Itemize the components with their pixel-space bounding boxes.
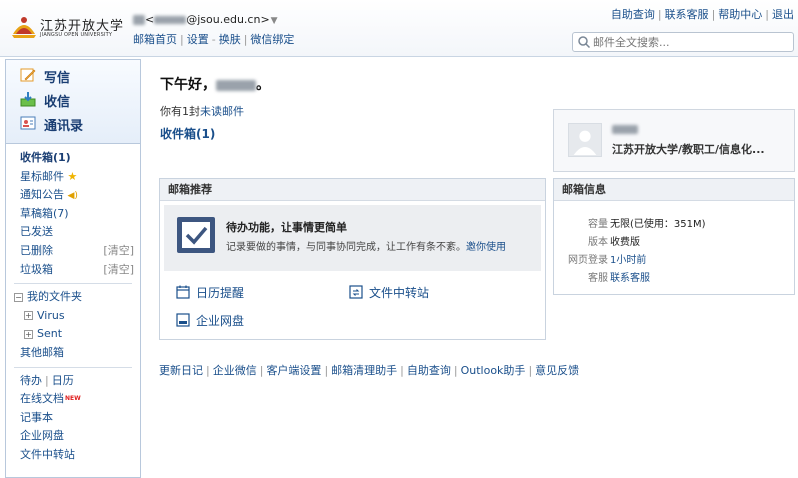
- search-input[interactable]: [593, 35, 789, 49]
- blurred-username: [154, 16, 187, 24]
- link-feedback[interactable]: 意见反馈: [535, 364, 579, 377]
- default-avatar-icon: [573, 130, 597, 156]
- clear-deleted-button[interactable]: [清空]: [103, 242, 134, 260]
- link-contact-support[interactable]: 联系客服: [665, 8, 709, 21]
- file-transfer-icon: [349, 285, 363, 299]
- organization: 江苏开放大学/教职工/信息化...: [612, 143, 765, 156]
- folder-starred[interactable]: 星标邮件 ★: [6, 168, 140, 187]
- folder-drafts[interactable]: 草稿箱(7): [6, 205, 140, 224]
- clear-spam-button[interactable]: [清空]: [103, 261, 134, 279]
- caret-down-icon[interactable]: ▼: [271, 16, 278, 26]
- profile-card: 江苏开放大学/教职工/信息化...: [553, 109, 795, 172]
- link-outlook-assistant[interactable]: Outlook助手: [461, 364, 526, 377]
- other-mailboxes[interactable]: 其他邮箱: [6, 344, 140, 363]
- link-logout[interactable]: 退出: [772, 8, 794, 21]
- speaker-icon: ◀): [67, 191, 78, 202]
- my-folders[interactable]: − 我的文件夹: [6, 288, 140, 307]
- avatar[interactable]: [568, 123, 602, 157]
- login-history-link[interactable]: 1小时前: [610, 251, 646, 266]
- tool-calendar[interactable]: 日历: [52, 374, 74, 387]
- divider: [14, 283, 132, 285]
- mail-info-title: 邮箱信息: [554, 179, 794, 201]
- user-links: 邮箱首页 | 设置 - 换肤 | 微信绑定: [133, 33, 295, 46]
- receive-label: 收信: [44, 95, 71, 110]
- recommend-panel: 邮箱推荐 待办功能，让事情更简单 记录要做的事情，与同事协同完成，让工作有条不紊…: [159, 178, 546, 340]
- search-icon: [578, 36, 591, 49]
- folder-deleted[interactable]: 已删除 [清空]: [6, 242, 140, 261]
- compose-label: 写信: [44, 71, 71, 86]
- top-links: 自助查询 | 联系客服 | 帮助中心 | 退出: [610, 8, 794, 21]
- recommend-title: 邮箱推荐: [160, 179, 545, 201]
- expand-icon[interactable]: +: [24, 329, 33, 339]
- link-self-query[interactable]: 自助查询: [611, 8, 655, 21]
- contacts-card-icon: [20, 116, 36, 130]
- link-skin[interactable]: 换肤: [219, 33, 241, 46]
- link-client-settings[interactable]: 客户端设置: [266, 364, 321, 377]
- search-box[interactable]: [572, 32, 794, 52]
- folder-spam[interactable]: 垃圾箱 [清空]: [6, 261, 140, 280]
- header: 江苏开放大学 JIANGSU OPEN UNIVERSITY < @jsou.ed…: [0, 0, 798, 57]
- address-bracket: <: [145, 13, 155, 26]
- info-row-web-login: 网页登录 1小时前: [554, 251, 794, 268]
- tool-online-docs[interactable]: 在线文档NEW: [6, 390, 140, 409]
- folder-notices[interactable]: 通知公告 ◀): [6, 186, 140, 205]
- tool-netdisk[interactable]: 企业网盘: [6, 427, 140, 446]
- invite-use-link[interactable]: 邀你使用: [466, 242, 506, 253]
- calendar-icon: [176, 285, 190, 299]
- link-self-service[interactable]: 自助查询: [407, 364, 451, 377]
- address-domain: @jsou.edu.cn>: [186, 13, 270, 26]
- info-row-capacity: 容量 无限(已使用：351M): [588, 219, 706, 230]
- blurred-profile-name: [612, 125, 638, 134]
- compose-pencil-icon: [20, 68, 36, 82]
- folder-list: 收件箱(1) 星标邮件 ★ 通知公告 ◀) 草稿箱(7) 已发送 已删除 [清空]…: [6, 149, 140, 465]
- netdisk-icon: [176, 313, 190, 327]
- user-address[interactable]: < @jsou.edu.cn>▼: [133, 13, 278, 26]
- tool-notes[interactable]: 记事本: [6, 409, 140, 428]
- greeting: 下午好，。: [160, 77, 270, 93]
- link-settings[interactable]: 设置: [187, 33, 209, 46]
- contacts-label: 通讯录: [44, 119, 84, 134]
- blurred-name: [133, 15, 145, 25]
- unread-mail-link[interactable]: 未读邮件: [200, 105, 244, 118]
- university-logo[interactable]: 江苏开放大学 JIANGSU OPEN UNIVERSITY: [10, 12, 123, 42]
- mail-info-panel: 邮箱信息 容量 无限(已使用：351M) 版本 收费版 网页登录 1小时前 客服…: [553, 178, 795, 295]
- info-row-edition: 版本 收费版: [588, 237, 640, 248]
- folder-sent-custom[interactable]: + Sent: [6, 325, 140, 344]
- compose-area: 写信 收信 通讯录: [6, 60, 140, 144]
- divider: [14, 366, 132, 368]
- folder-sent[interactable]: 已发送: [6, 223, 140, 242]
- footer-links: 更新日记 | 企业微信 | 客户端设置 | 邮箱清理助手 | 自助查询 | Outlook助手 | 意见…: [159, 364, 580, 377]
- receive-inbox-icon: [20, 92, 36, 107]
- contact-support-link[interactable]: 联系客服: [610, 269, 650, 284]
- promo-description: 记录要做的事情，与同事协同完成，让工作有条不紊。邀你使用: [226, 242, 506, 253]
- link-mail-home[interactable]: 邮箱首页: [133, 33, 177, 46]
- folder-inbox[interactable]: 收件箱(1): [6, 149, 140, 168]
- collapse-icon[interactable]: −: [14, 292, 23, 302]
- inbox-title-link[interactable]: 收件箱(1): [160, 125, 215, 142]
- tool-todo-calendar: 待办 | 日历: [20, 373, 74, 387]
- tool-file-transfer[interactable]: 文件中转站: [6, 446, 140, 465]
- todo-checkbox-icon: [177, 217, 215, 253]
- unread-notice: 你有1封未读邮件: [160, 105, 244, 118]
- blurred-user-name: [216, 79, 256, 91]
- link-changelog[interactable]: 更新日记: [159, 364, 203, 377]
- star-icon: ★: [67, 169, 78, 183]
- folder-virus[interactable]: + Virus: [6, 307, 140, 326]
- sidebar: 写信 收信 通讯录 收件箱(1) 星标邮件 ★ 通知公告 ◀) 草稿箱(7) 已…: [5, 59, 141, 478]
- link-help-center[interactable]: 帮助中心: [718, 8, 762, 21]
- logo-text-en: JIANGSU OPEN UNIVERSITY: [40, 32, 113, 38]
- promo-title: 待办功能，让事情更简单: [226, 221, 347, 234]
- tool-todo[interactable]: 待办: [20, 374, 42, 387]
- link-wechat-bind[interactable]: 微信绑定: [250, 33, 294, 46]
- info-row-support: 客服 联系客服: [554, 269, 794, 286]
- link-cleanup-assistant[interactable]: 邮箱清理助手: [331, 364, 397, 377]
- university-emblem-icon: [12, 17, 36, 38]
- todo-promo[interactable]: 待办功能，让事情更简单 记录要做的事情，与同事协同完成，让工作有条不紊。邀你使用: [164, 205, 541, 271]
- link-wecom[interactable]: 企业微信: [213, 364, 257, 377]
- new-badge: NEW: [65, 395, 81, 403]
- expand-icon[interactable]: +: [24, 311, 33, 321]
